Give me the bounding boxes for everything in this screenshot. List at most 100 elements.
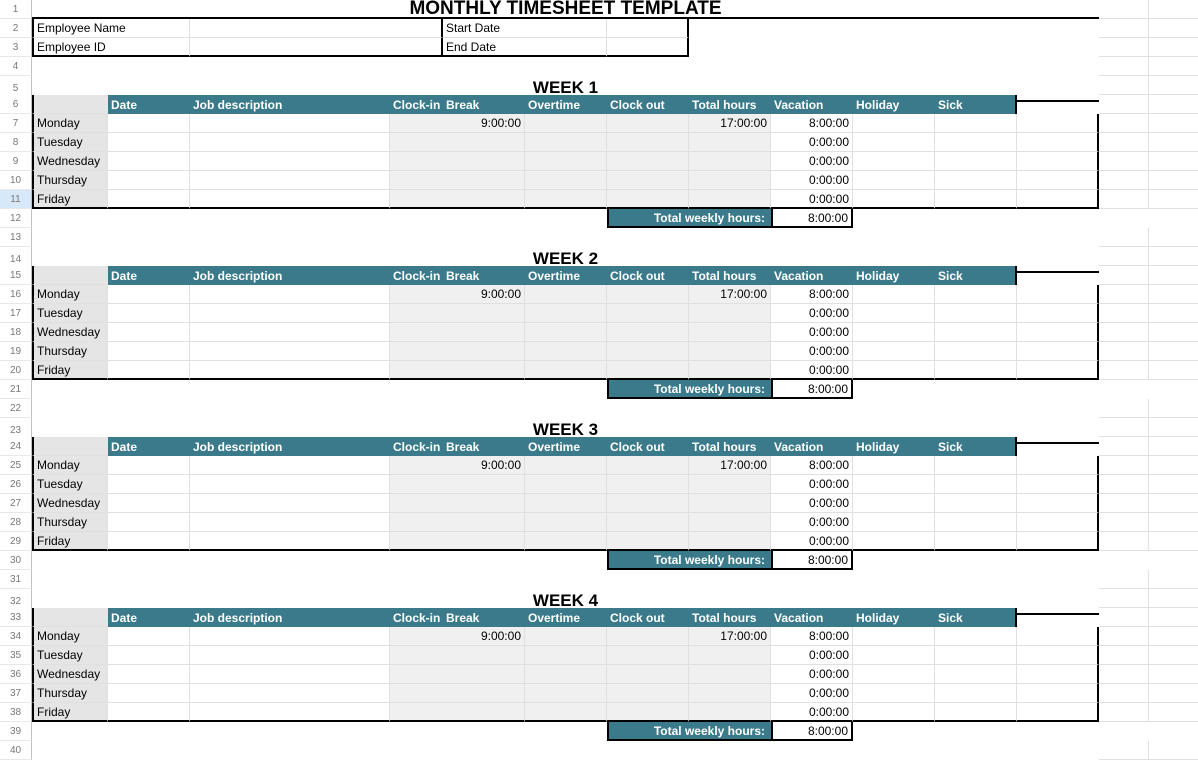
break-cell[interactable] bbox=[525, 494, 607, 513]
vacation-cell[interactable] bbox=[853, 456, 935, 475]
blank-cell[interactable] bbox=[1099, 665, 1149, 684]
row-number[interactable]: 39 bbox=[0, 722, 32, 741]
start-date-field[interactable] bbox=[607, 19, 689, 38]
vacation-cell[interactable] bbox=[853, 285, 935, 304]
sick-cell[interactable] bbox=[1017, 494, 1099, 513]
blank-cell[interactable] bbox=[1099, 266, 1149, 285]
row-number[interactable]: 11 bbox=[0, 190, 32, 209]
blank-cell[interactable] bbox=[1149, 171, 1198, 190]
clock-out-cell[interactable] bbox=[689, 513, 771, 532]
row-number[interactable]: 6 bbox=[0, 95, 32, 114]
holiday-cell[interactable] bbox=[935, 342, 1017, 361]
blank-cell[interactable] bbox=[1099, 247, 1149, 266]
vacation-cell[interactable] bbox=[853, 361, 935, 380]
holiday-cell[interactable] bbox=[935, 361, 1017, 380]
holiday-cell[interactable] bbox=[935, 703, 1017, 722]
blank-cell[interactable] bbox=[1149, 0, 1198, 19]
clock-out-cell[interactable] bbox=[689, 475, 771, 494]
holiday-cell[interactable] bbox=[935, 456, 1017, 475]
blank-cell[interactable] bbox=[1149, 76, 1198, 95]
holiday-cell[interactable] bbox=[935, 190, 1017, 209]
break-cell[interactable] bbox=[525, 361, 607, 380]
vacation-cell[interactable] bbox=[853, 304, 935, 323]
clock-out-cell[interactable]: 17:00:00 bbox=[689, 456, 771, 475]
holiday-cell[interactable] bbox=[935, 665, 1017, 684]
job-desc-cell[interactable] bbox=[190, 323, 390, 342]
job-desc-cell[interactable] bbox=[190, 114, 390, 133]
holiday-cell[interactable] bbox=[935, 475, 1017, 494]
blank-cell[interactable] bbox=[1149, 513, 1198, 532]
blank-cell[interactable] bbox=[1149, 703, 1198, 722]
blank-cell[interactable] bbox=[1099, 703, 1149, 722]
sick-cell[interactable] bbox=[1017, 133, 1099, 152]
row-number[interactable]: 24 bbox=[0, 437, 32, 456]
overtime-cell[interactable] bbox=[607, 703, 689, 722]
job-desc-cell[interactable] bbox=[190, 475, 390, 494]
blank-cell[interactable] bbox=[1099, 684, 1149, 703]
clock-in-cell[interactable] bbox=[390, 304, 525, 323]
blank-cell[interactable] bbox=[1149, 114, 1198, 133]
clock-in-cell[interactable]: 9:00:00 bbox=[390, 627, 525, 646]
clock-out-cell[interactable]: 17:00:00 bbox=[689, 114, 771, 133]
overtime-cell[interactable] bbox=[607, 627, 689, 646]
blank-cell[interactable] bbox=[1099, 437, 1149, 456]
blank-cell[interactable] bbox=[1099, 19, 1149, 38]
vacation-cell[interactable] bbox=[853, 665, 935, 684]
job-desc-cell[interactable] bbox=[190, 361, 390, 380]
overtime-cell[interactable] bbox=[607, 152, 689, 171]
vacation-cell[interactable] bbox=[853, 627, 935, 646]
sick-cell[interactable] bbox=[1017, 475, 1099, 494]
row-number[interactable]: 16 bbox=[0, 285, 32, 304]
sick-cell[interactable] bbox=[1017, 323, 1099, 342]
job-desc-cell[interactable] bbox=[190, 133, 390, 152]
blank-cell[interactable] bbox=[1149, 266, 1198, 285]
row-number[interactable]: 33 bbox=[0, 608, 32, 627]
row-number[interactable]: 30 bbox=[0, 551, 32, 570]
blank-cell[interactable] bbox=[1149, 437, 1198, 456]
date-cell[interactable] bbox=[108, 152, 190, 171]
date-cell[interactable] bbox=[108, 190, 190, 209]
blank-cell[interactable] bbox=[1099, 570, 1149, 589]
blank-cell[interactable] bbox=[1099, 114, 1149, 133]
clock-out-cell[interactable] bbox=[689, 304, 771, 323]
job-desc-cell[interactable] bbox=[190, 190, 390, 209]
blank-cell[interactable] bbox=[1149, 456, 1198, 475]
date-cell[interactable] bbox=[108, 513, 190, 532]
clock-out-cell[interactable] bbox=[689, 190, 771, 209]
break-cell[interactable] bbox=[525, 304, 607, 323]
clock-out-cell[interactable] bbox=[689, 133, 771, 152]
sick-cell[interactable] bbox=[1017, 456, 1099, 475]
clock-out-cell[interactable] bbox=[689, 171, 771, 190]
clock-in-cell[interactable]: 9:00:00 bbox=[390, 114, 525, 133]
row-number[interactable]: 36 bbox=[0, 665, 32, 684]
job-desc-cell[interactable] bbox=[190, 532, 390, 551]
job-desc-cell[interactable] bbox=[190, 627, 390, 646]
break-cell[interactable] bbox=[525, 171, 607, 190]
blank-cell[interactable] bbox=[1149, 228, 1198, 247]
clock-out-cell[interactable]: 17:00:00 bbox=[689, 627, 771, 646]
vacation-cell[interactable] bbox=[853, 342, 935, 361]
clock-out-cell[interactable] bbox=[689, 342, 771, 361]
blank-cell[interactable] bbox=[1149, 361, 1198, 380]
blank-cell[interactable] bbox=[1149, 152, 1198, 171]
blank-cell[interactable] bbox=[1149, 418, 1198, 437]
break-cell[interactable] bbox=[525, 190, 607, 209]
clock-out-cell[interactable] bbox=[689, 532, 771, 551]
job-desc-cell[interactable] bbox=[190, 342, 390, 361]
break-cell[interactable] bbox=[525, 133, 607, 152]
sick-cell[interactable] bbox=[1017, 684, 1099, 703]
clock-in-cell[interactable] bbox=[390, 494, 525, 513]
holiday-cell[interactable] bbox=[935, 133, 1017, 152]
spreadsheet-grid[interactable]: 1MONTHLY TIMESHEET TEMPLATE2Employee Nam… bbox=[0, 0, 1198, 760]
row-number[interactable]: 27 bbox=[0, 494, 32, 513]
blank-cell[interactable] bbox=[1149, 304, 1198, 323]
holiday-cell[interactable] bbox=[935, 646, 1017, 665]
job-desc-cell[interactable] bbox=[190, 513, 390, 532]
overtime-cell[interactable] bbox=[607, 665, 689, 684]
sick-cell[interactable] bbox=[1017, 703, 1099, 722]
blank-cell[interactable] bbox=[1099, 304, 1149, 323]
blank-cell[interactable] bbox=[1149, 190, 1198, 209]
clock-in-cell[interactable] bbox=[390, 684, 525, 703]
row-number[interactable]: 26 bbox=[0, 475, 32, 494]
row-number[interactable]: 4 bbox=[0, 57, 32, 76]
